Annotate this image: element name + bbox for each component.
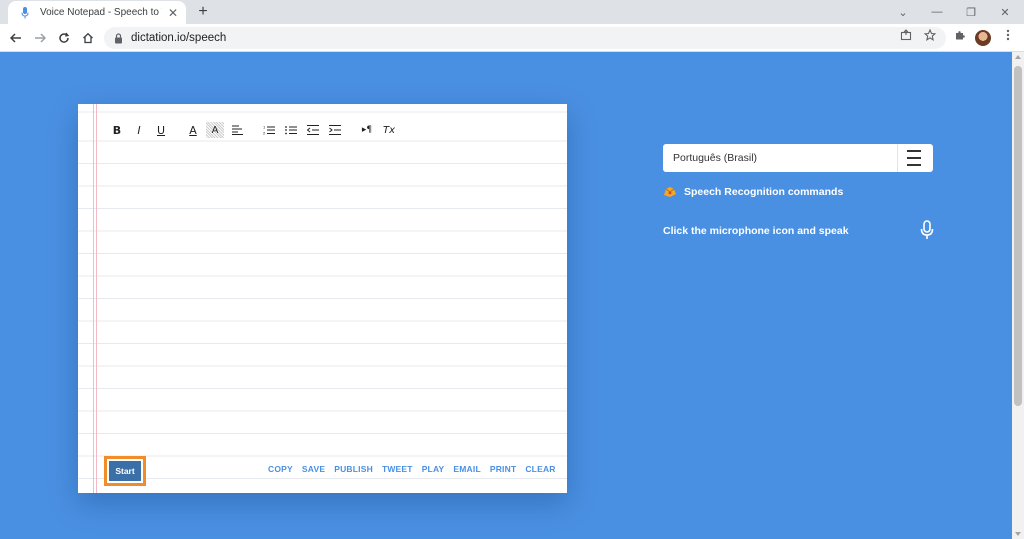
copy-link[interactable]: COPY <box>268 464 293 474</box>
minimize-button[interactable]: — <box>920 0 954 24</box>
margin-line-inner <box>96 104 97 493</box>
tab-search-icon[interactable]: ⌄ <box>886 0 920 24</box>
new-tab-button[interactable]: + <box>194 3 212 21</box>
start-button-highlight: Start <box>104 456 146 486</box>
select-divider <box>897 144 898 172</box>
page-scrollbar[interactable] <box>1012 52 1024 539</box>
clear-link[interactable]: CLEAR <box>525 464 555 474</box>
scrollbar-thumb[interactable] <box>1014 66 1022 406</box>
margin-line <box>93 104 94 493</box>
more-menu-icon[interactable] <box>1000 28 1016 42</box>
microphone-icon <box>920 220 934 239</box>
outdent-button[interactable] <box>304 122 322 138</box>
email-link[interactable]: EMAIL <box>453 464 480 474</box>
publish-link[interactable]: PUBLISH <box>334 464 373 474</box>
font-color-button[interactable]: A <box>184 122 202 138</box>
language-select[interactable]: Português (Brasil) <box>663 144 933 172</box>
hamburger-menu-icon[interactable] <box>907 150 921 166</box>
save-link[interactable]: SAVE <box>302 464 325 474</box>
restore-button[interactable]: ❐ <box>954 0 988 24</box>
window-close-button[interactable]: ✕ <box>988 0 1022 24</box>
action-links: COPY SAVE PUBLISH TWEET PLAY EMAIL PRINT… <box>268 464 565 474</box>
speech-commands-link[interactable]: Speech Recognition commands <box>663 186 843 198</box>
share-icon[interactable] <box>898 28 914 42</box>
profile-avatar[interactable] <box>975 30 991 46</box>
scroll-up-icon[interactable] <box>1015 55 1021 59</box>
commands-icon <box>664 187 676 197</box>
browser-toolbar: dictation.io/speech <box>0 24 1024 52</box>
url-text: dictation.io/speech <box>131 32 227 44</box>
bullet-list-button[interactable] <box>282 122 300 138</box>
editor-toolbar: B I U A A 12 ▸¶ Tx <box>108 122 402 138</box>
clear-format-button[interactable]: Tx <box>380 122 398 138</box>
play-link[interactable]: PLAY <box>422 464 445 474</box>
tab-strip: Voice Notepad - Speech to Text ✕ + ⌄ — ❐… <box>0 0 1024 24</box>
home-icon <box>83 32 93 44</box>
outdent-icon <box>307 125 319 135</box>
browser-tab[interactable]: Voice Notepad - Speech to Text ✕ <box>8 1 186 24</box>
bullet-list-icon <box>285 126 297 135</box>
highlight-button[interactable]: A <box>206 122 224 138</box>
selected-language: Português (Brasil) <box>673 152 758 164</box>
microphone-favicon-icon <box>18 6 32 20</box>
paragraph-direction-button[interactable]: ▸¶ <box>358 122 376 138</box>
notepad-editor[interactable]: B I U A A 12 ▸¶ Tx Start COPY SAVE PUBLI… <box>78 104 567 493</box>
italic-button[interactable]: I <box>130 122 148 138</box>
back-arrow-icon <box>10 33 21 43</box>
instruction-text: Click the microphone icon and speak <box>663 225 849 237</box>
reload-button[interactable] <box>54 28 74 48</box>
bold-button[interactable]: B <box>108 122 126 138</box>
scroll-down-icon[interactable] <box>1015 532 1021 536</box>
underline-button[interactable]: U <box>152 122 170 138</box>
microphone-button[interactable] <box>920 220 934 240</box>
svg-text:2: 2 <box>263 131 266 136</box>
align-button[interactable] <box>228 122 246 138</box>
numbered-list-icon: 12 <box>263 125 275 135</box>
bookmark-star-icon[interactable] <box>922 28 938 42</box>
indent-icon <box>329 125 341 135</box>
lock-icon <box>115 32 122 43</box>
extensions-puzzle-icon[interactable] <box>952 28 968 42</box>
forward-button[interactable] <box>30 28 50 48</box>
svg-text:1: 1 <box>263 125 266 130</box>
start-button[interactable]: Start <box>109 461 141 481</box>
address-bar[interactable]: dictation.io/speech <box>104 27 946 49</box>
numbered-list-button[interactable]: 12 <box>260 122 278 138</box>
speech-commands-label: Speech Recognition commands <box>684 186 844 198</box>
home-button[interactable] <box>78 28 98 48</box>
back-button[interactable] <box>6 28 26 48</box>
tweet-link[interactable]: TWEET <box>382 464 413 474</box>
print-link[interactable]: PRINT <box>490 464 517 474</box>
indent-button[interactable] <box>326 122 344 138</box>
reload-icon <box>59 32 70 43</box>
tab-title: Voice Notepad - Speech to Text <box>40 7 162 18</box>
forward-arrow-icon <box>35 33 46 43</box>
close-tab-icon[interactable]: ✕ <box>166 6 180 20</box>
align-left-icon <box>231 125 243 135</box>
